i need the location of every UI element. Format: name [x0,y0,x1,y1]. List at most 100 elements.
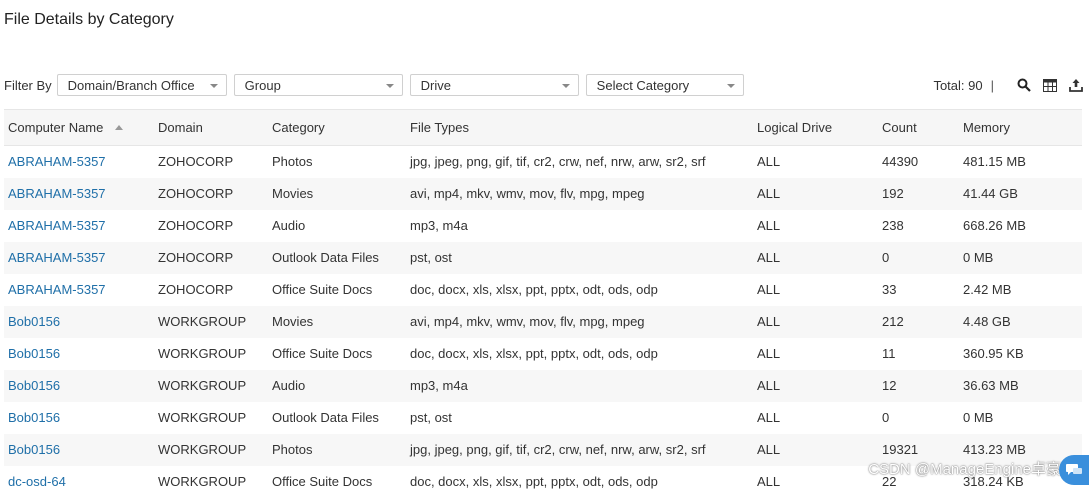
cell-computer-name[interactable]: ABRAHAM-5357 [4,274,154,306]
category-filter-select[interactable]: Select Category [585,74,744,96]
filter-by-label: Filter By [4,77,52,93]
category-filter-value: Select Category [596,77,690,93]
cell-category: Outlook Data Files [272,410,379,425]
cell-logical-drive: ALL [757,410,781,425]
cell-logical-drive: ALL [757,218,781,233]
domain-filter-value: Domain/Branch Office [67,77,195,93]
cell-computer-name[interactable]: ABRAHAM-5357 [4,177,154,210]
cell-count: 0 [882,410,890,425]
cell-file-types: pst, ost [410,410,452,425]
table-row: Bob0156 WORKGROUP Office Suite Docs doc, do… [4,338,1082,370]
cell-memory: 0 MB [963,410,994,425]
cell-logical-drive: ALL [757,346,781,361]
cell-category: Audio [268,369,406,402]
table-row: ABRAHAM-5357 ZOHOCORP Audio mp3, m4a ALL 238 6… [4,210,1082,242]
group-filter-select[interactable]: Group [233,74,403,96]
cell-category: Office Suite Docs [272,282,373,297]
cell-count: 238 [882,218,904,233]
column-header-logical-drive[interactable]: Logical Drive [753,109,878,146]
table-row: ABRAHAM-5357 ZOHOCORP Photos jpg, jpeg, png… [4,146,1082,178]
cell-logical-drive: ALL [753,369,878,402]
toolbar-separator: | [990,77,994,93]
export-icon[interactable] [1068,77,1084,93]
table-columns-icon[interactable] [1042,77,1058,93]
cell-domain: ZOHOCORP [158,154,234,170]
cell-memory: 481.15 MB [963,154,1026,170]
cell-count: 44390 [882,154,919,170]
column-header-computer-name[interactable]: Computer Name [4,109,154,146]
chevron-down-icon [385,84,394,88]
column-header-count[interactable]: Count [878,109,959,146]
table-row: Bob0156 WORKGROUP Outlook Data Files pst, o… [4,402,1082,434]
cell-computer-name[interactable]: ABRAHAM-5357 [4,210,154,242]
cell-memory: 36.63 MB [959,369,1082,402]
cell-computer-name[interactable]: Bob0156 [4,369,154,402]
chevron-down-icon [561,84,570,88]
cell-count: 11 [882,346,896,361]
cell-domain: WORKGROUP [158,346,247,361]
cell-file-types: mp3, m4a [406,369,753,402]
cell-domain: WORKGROUP [154,433,268,466]
table-toolbar: Total: 90 | [933,74,1084,96]
cell-category: Office Suite Docs [272,346,373,361]
cell-computer-name[interactable]: Bob0156 [4,402,154,434]
cell-file-types: avi, mp4, mkv, wmv, mov, flv, mpg, mpeg [406,305,753,338]
cell-category: Movies [268,177,406,210]
column-header-category[interactable]: Category [268,109,406,146]
cell-file-types: doc, docx, xls, xlsx, ppt, pptx, odt, od… [410,474,658,489]
cell-computer-name[interactable]: ABRAHAM-5357 [4,241,154,274]
cell-category: Audio [272,218,306,233]
sort-ascending-icon[interactable] [115,125,124,130]
cell-logical-drive: ALL [753,241,878,274]
cell-count: 212 [878,305,959,338]
search-icon[interactable] [1016,77,1032,93]
cell-computer-name[interactable]: Bob0156 [4,338,154,370]
table-row: ABRAHAM-5357 ZOHOCORP Office Suite Docs doc… [4,274,1082,306]
cell-category: Movies [268,305,406,338]
total-count: Total: 90 [933,77,983,93]
chat-icon [1066,464,1082,475]
file-details-table: Computer Name Domain Category File Types… [4,109,1082,491]
cell-domain: WORKGROUP [158,410,247,425]
cell-domain: WORKGROUP [154,369,268,402]
cell-count: 0 [878,241,959,274]
cell-computer-name[interactable]: Bob0156 [4,433,154,466]
cell-logical-drive: ALL [753,177,878,210]
cell-computer-name[interactable]: Bob0156 [4,305,154,338]
cell-memory: 668.26 MB [963,218,1026,233]
cell-memory: 41.44 GB [959,177,1082,210]
cell-domain: WORKGROUP [158,474,247,489]
chat-button[interactable] [1059,455,1089,485]
cell-category: Outlook Data Files [268,241,406,274]
chevron-down-icon [209,84,218,88]
column-header-domain[interactable]: Domain [154,109,268,146]
cell-count: 33 [882,282,897,297]
cell-logical-drive: ALL [757,282,781,297]
filter-bar: Filter By Domain/Branch Office Group Dri… [4,74,1084,96]
table-header-row: Computer Name Domain Category File Types… [4,109,1082,146]
cell-file-types: pst, ost [406,241,753,274]
drive-filter-select[interactable]: Drive [409,74,579,96]
column-header-file-types[interactable]: File Types [406,109,753,146]
cell-logical-drive: ALL [753,305,878,338]
cell-file-types: doc, docx, xls, xlsx, ppt, pptx, odt, od… [410,282,658,297]
cell-count: 192 [878,177,959,210]
table-row: ABRAHAM-5357 ZOHOCORP Outlook Data Files ps… [4,241,1082,274]
cell-memory: 4.48 GB [959,305,1082,338]
domain-filter-select[interactable]: Domain/Branch Office [56,74,227,96]
cell-domain: ZOHOCORP [158,282,234,297]
cell-logical-drive: ALL [757,474,781,489]
cell-computer-name[interactable]: ABRAHAM-5357 [4,146,154,178]
cell-domain: ZOHOCORP [154,177,268,210]
cell-domain: WORKGROUP [154,305,268,338]
cell-memory: 360.95 KB [963,346,1024,361]
cell-memory: 2.42 MB [963,282,1012,297]
page-title: File Details by Category [4,11,174,28]
cell-category: Office Suite Docs [272,474,373,489]
cell-category: Photos [272,154,313,170]
cell-file-types: mp3, m4a [410,218,468,233]
column-header-memory[interactable]: Memory [959,109,1082,146]
cell-file-types: jpg, jpeg, png, gif, tif, cr2, crw, nef,… [410,154,706,170]
cell-file-types: avi, mp4, mkv, wmv, mov, flv, mpg, mpeg [406,177,753,210]
cell-computer-name[interactable]: dc-osd-64 [4,466,154,491]
